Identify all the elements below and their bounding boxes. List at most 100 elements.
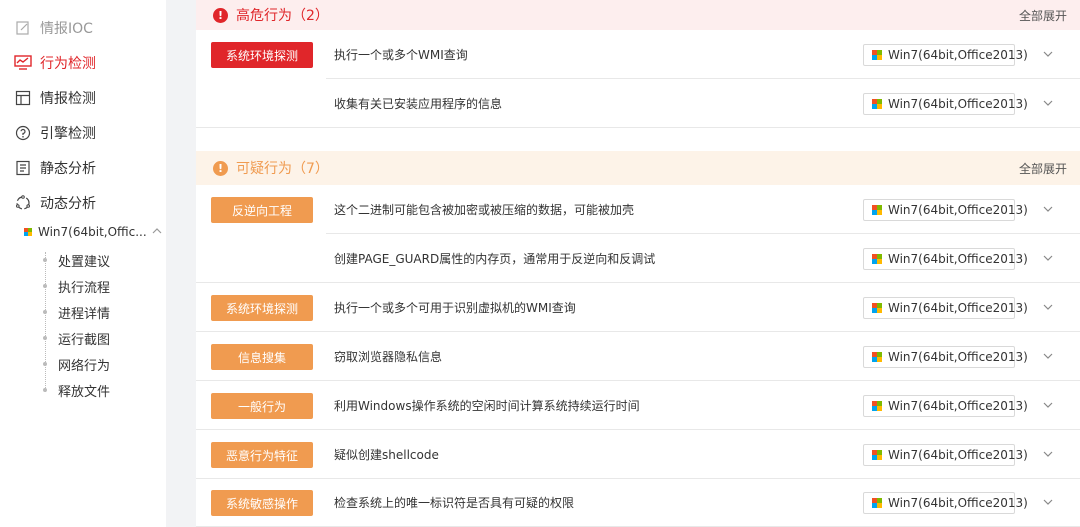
suspicious-title: 可疑行为（7） [236, 161, 329, 177]
sidebar-item-static-analysis[interactable]: 静态分析 [14, 156, 96, 180]
behavior-tag[interactable]: 系统环境探测 [211, 42, 313, 68]
suspicious-expand-all-button[interactable]: 全部展开 [1019, 160, 1067, 177]
layout-icon [14, 89, 32, 107]
chevron-down-icon[interactable] [1041, 397, 1055, 413]
windows-icon [872, 50, 882, 60]
behavior-row[interactable]: 收集有关已安装应用程序的信息 Win7(64bit,Office2013) [196, 79, 1080, 128]
env-badge-label: Win7(64bit,Office2013) [888, 496, 1028, 510]
tree-item-label: 处置建议 [58, 254, 111, 270]
high-risk-title: 高危行为（2） [236, 8, 329, 24]
sidebar-item-label: 行为检测 [40, 56, 96, 72]
behavior-description: 窃取浏览器隐私信息 [334, 350, 443, 364]
env-badge[interactable]: Win7(64bit,Office2013) [863, 199, 1028, 221]
behavior-row[interactable]: 信息搜集 窃取浏览器隐私信息 Win7(64bit,Office2013) [196, 332, 1080, 381]
sidebar: 情报IOC 行为检测 情报检测 引擎检测 静态分析 动态分析 Win7(64bi… [0, 0, 166, 527]
sidebar-item-intel-detection[interactable]: 情报检测 [14, 86, 96, 110]
high-risk-header: ! 高危行为（2） 全部展开 [196, 0, 1080, 30]
tree-item-screenshots[interactable]: 运行截图 [40, 328, 110, 348]
sidebar-item-intel-ioc[interactable]: 情报IOC [14, 16, 93, 40]
tree-item-label: 释放文件 [58, 384, 111, 400]
env-badge[interactable]: Win7(64bit,Office2013) [863, 492, 1028, 514]
tree-item-disposal-advice[interactable]: 处置建议 [40, 250, 110, 270]
engine-icon [14, 124, 32, 142]
tree-item-label: 网络行为 [58, 358, 111, 374]
windows-icon [872, 99, 882, 109]
windows-icon [872, 254, 882, 264]
behavior-row[interactable]: 系统环境探测 执行一个或多个WMI查询 Win7(64bit,Office201… [196, 30, 1080, 79]
behavior-tag[interactable]: 系统环境探测 [211, 295, 313, 321]
sidebar-item-dynamic-analysis[interactable]: 动态分析 [14, 191, 96, 215]
behavior-tag[interactable]: 系统敏感操作 [211, 490, 313, 516]
behavior-row[interactable]: 系统环境探测 执行一个或多个可用于识别虚拟机的WMI查询 Win7(64bit,… [196, 283, 1080, 332]
tree-item-network-behavior[interactable]: 网络行为 [40, 354, 110, 374]
tree-item-process-details[interactable]: 进程详情 [40, 302, 110, 322]
sidebar-item-behavior-detection[interactable]: 行为检测 [14, 51, 96, 75]
chevron-down-icon[interactable] [1041, 446, 1055, 462]
sidebar-item-label: 静态分析 [40, 161, 96, 177]
behavior-description: 创建PAGE_GUARD属性的内存页，通常用于反逆向和反调试 [334, 252, 656, 266]
behavior-description: 疑似创建shellcode [334, 448, 439, 462]
sidebar-item-label: 情报检测 [40, 91, 96, 107]
behavior-tag[interactable]: 一般行为 [211, 393, 313, 419]
env-badge-label: Win7(64bit,Office2013) [888, 252, 1028, 266]
env-badge[interactable]: Win7(64bit,Office2013) [863, 44, 1028, 66]
env-badge[interactable]: Win7(64bit,Office2013) [863, 346, 1028, 368]
behavior-description: 检查系统上的唯一标识符是否具有可疑的权限 [334, 496, 575, 510]
chevron-down-icon[interactable] [1041, 95, 1055, 111]
behavior-tag[interactable]: 反逆向工程 [211, 197, 313, 223]
chevron-down-icon[interactable] [1041, 250, 1055, 266]
chevron-up-icon [152, 227, 162, 238]
tree-item-execution-flow[interactable]: 执行流程 [40, 276, 110, 296]
sidebar-item-label: 动态分析 [40, 196, 96, 212]
behavior-row[interactable]: 一般行为 利用Windows操作系统的空闲时间计算系统持续运行时间 Win7(6… [196, 381, 1080, 430]
chevron-down-icon[interactable] [1041, 299, 1055, 315]
env-badge-label: Win7(64bit,Office2013) [888, 350, 1028, 364]
suspicious-header: ! 可疑行为（7） 全部展开 [196, 151, 1080, 185]
high-risk-expand-all-button[interactable]: 全部展开 [1019, 7, 1067, 24]
windows-icon [872, 401, 882, 411]
env-badge-label: Win7(64bit,Office2013) [888, 97, 1028, 111]
env-badge[interactable]: Win7(64bit,Office2013) [863, 395, 1028, 417]
tree-item-dropped-files[interactable]: 释放文件 [40, 380, 110, 400]
sidebar-item-engine-detection[interactable]: 引擎检测 [14, 121, 96, 145]
env-badge[interactable]: Win7(64bit,Office2013) [863, 444, 1028, 466]
sidebar-item-label: 情报IOC [40, 21, 93, 37]
windows-icon [872, 498, 882, 508]
windows-icon [872, 450, 882, 460]
env-badge[interactable]: Win7(64bit,Office2013) [863, 248, 1028, 270]
behavior-row[interactable]: 恶意行为特征 疑似创建shellcode Win7(64bit,Office20… [196, 430, 1080, 479]
behavior-tag[interactable]: 恶意行为特征 [211, 442, 313, 468]
behavior-description: 利用Windows操作系统的空闲时间计算系统持续运行时间 [334, 399, 640, 413]
behavior-description: 执行一个或多个可用于识别虚拟机的WMI查询 [334, 301, 576, 315]
env-badge[interactable]: Win7(64bit,Office2013) [863, 93, 1028, 115]
sidebar-item-label: 引擎检测 [40, 126, 96, 142]
tree-item-label: 运行截图 [58, 332, 111, 348]
alert-icon: ! [213, 160, 228, 176]
env-badge-label: Win7(64bit,Office2013) [888, 301, 1028, 315]
tree-item-label: 执行流程 [58, 280, 111, 296]
env-badge-label: Win7(64bit,Office2013) [888, 203, 1028, 217]
chevron-down-icon[interactable] [1041, 46, 1055, 62]
env-group-header[interactable]: Win7(64bit,Offic... [24, 222, 162, 242]
behavior-row[interactable]: 反逆向工程 这个二进制可能包含被加密或被压缩的数据，可能被加壳 Win7(64b… [196, 185, 1080, 234]
behavior-row[interactable]: 创建PAGE_GUARD属性的内存页，通常用于反逆向和反调试 Win7(64bi… [196, 234, 1080, 283]
edit-icon [14, 19, 32, 37]
cycle-icon [14, 194, 32, 212]
tree-item-label: 进程详情 [58, 306, 111, 322]
document-icon [14, 159, 32, 177]
env-badge-label: Win7(64bit,Office2013) [888, 399, 1028, 413]
chevron-down-icon[interactable] [1041, 201, 1055, 217]
behavior-description: 执行一个或多个WMI查询 [334, 48, 468, 62]
behavior-row[interactable]: 系统敏感操作 检查系统上的唯一标识符是否具有可疑的权限 Win7(64bit,O… [196, 478, 1080, 527]
monitor-icon [14, 54, 32, 72]
behavior-tag[interactable]: 信息搜集 [211, 344, 313, 370]
env-badge[interactable]: Win7(64bit,Office2013) [863, 297, 1028, 319]
main-panel: ! 高危行为（2） 全部展开 系统环境探测 执行一个或多个WMI查询 Win7(… [196, 0, 1080, 527]
behavior-description: 这个二进制可能包含被加密或被压缩的数据，可能被加壳 [334, 203, 635, 217]
windows-icon [872, 303, 882, 313]
env-badge-label: Win7(64bit,Office2013) [888, 448, 1028, 462]
chevron-down-icon[interactable] [1041, 348, 1055, 364]
alert-icon: ! [213, 7, 228, 23]
chevron-down-icon[interactable] [1041, 494, 1055, 510]
windows-icon [872, 352, 882, 362]
